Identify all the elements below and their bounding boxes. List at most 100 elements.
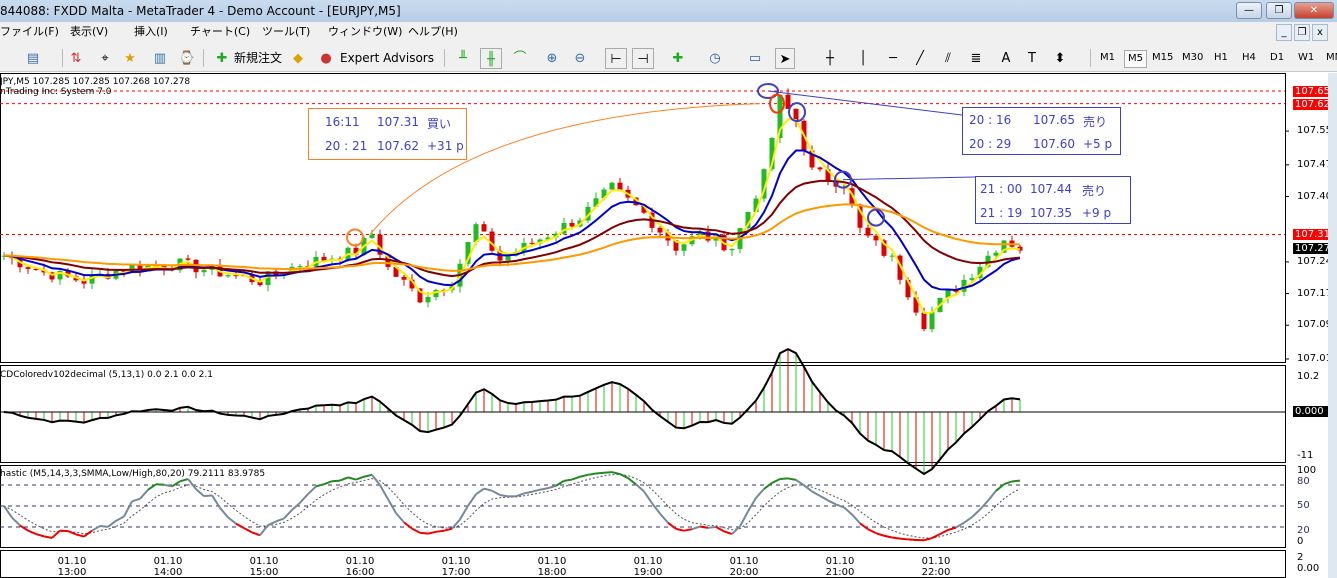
stoch-main-line (763, 482, 773, 490)
time-label: 01.10 21:00 (825, 556, 855, 578)
menu-chart[interactable]: チャート(C) (190, 22, 250, 42)
stoch-tick-100: 100 (1297, 465, 1317, 476)
timeframe-m1[interactable]: M1 (1100, 50, 1115, 66)
trade-info-box-3: 21 : 00 107.44 売り 21 : 19 107.35 +9 p (975, 176, 1131, 224)
stoch-main-line (443, 527, 453, 532)
profiles-icon[interactable]: ▤ (22, 48, 44, 69)
profit-pips: +9 p (1082, 206, 1112, 220)
vertical-line-icon[interactable]: │ (853, 48, 873, 69)
timeframe-mn[interactable]: MN (1326, 50, 1337, 66)
equidistant-channel-icon[interactable]: ⫽ (938, 48, 958, 69)
stoch-main-line (547, 484, 557, 490)
candle-body (225, 275, 231, 277)
timeframe-d1[interactable]: D1 (1270, 50, 1284, 66)
terminal-icon[interactable]: ▥ (150, 48, 170, 69)
crosshair-data-icon[interactable]: ⌖ (95, 48, 115, 69)
periods-clock-icon[interactable]: ◷ (705, 48, 725, 69)
time-label: 01.10 13:00 (57, 556, 87, 578)
exit-time: 20 : 29 (969, 137, 1012, 151)
new-order-icon[interactable]: ✚ (212, 48, 232, 69)
profit-pips: +5 p (1083, 137, 1113, 151)
horizontal-line-icon[interactable]: ─ (883, 48, 903, 69)
fibonacci-icon[interactable]: ≣ (966, 48, 986, 69)
indicators-icon[interactable]: ✚ (668, 48, 688, 69)
menu-window[interactable]: ウィンドウ(W) (328, 22, 402, 42)
stoch-main-line (683, 528, 693, 532)
favorites-icon[interactable]: ★ (120, 48, 140, 69)
timeframe-h1[interactable]: H1 (1214, 50, 1228, 66)
stoch-main-line (707, 525, 717, 529)
entry-side: 売り (1083, 115, 1108, 129)
stoch-main-line (963, 516, 973, 524)
stoch-main-line (723, 530, 733, 535)
stoch-main-line (987, 490, 997, 502)
candle-body (929, 312, 935, 330)
bottom-tick-max: 2 (1297, 552, 1304, 563)
stoch-main-line (699, 525, 709, 529)
mdi-minimize-button[interactable]: _ (1276, 24, 1292, 41)
timeframe-m5[interactable]: M5 (1124, 50, 1147, 68)
stoch-main-line (883, 534, 893, 539)
market-watch-icon[interactable]: ⇅ (66, 48, 86, 69)
new-order-button[interactable]: 新規注文 (234, 48, 282, 69)
text-icon[interactable]: A (996, 48, 1016, 69)
stoch-main-line (651, 502, 661, 515)
text-label-icon[interactable]: T (1022, 48, 1042, 69)
trendline-icon[interactable]: ╱ (910, 48, 930, 69)
auto-scroll-icon[interactable]: ⊢ (605, 48, 627, 69)
stoch-main-line (75, 533, 85, 538)
tester-icon[interactable]: ⌚ (177, 48, 197, 69)
close-button[interactable]: ✕ (1294, 2, 1334, 19)
chart-window[interactable]: JPY,M5 107.285 107.285 107.268 107.278 n… (0, 73, 1337, 578)
menu-view[interactable]: 表示(V) (70, 22, 108, 42)
macd-max-tick: 10.2 (1297, 371, 1320, 382)
stoch-main-line (27, 529, 37, 536)
stoch-main-line (435, 529, 445, 533)
stoch-main-line (251, 531, 261, 537)
autotrading-warning-icon[interactable]: ◆ (288, 48, 308, 69)
zoom-out-icon[interactable]: ⊖ (570, 48, 590, 69)
stoch-main-line (563, 478, 573, 482)
bar-chart-icon[interactable]: ╨ (453, 48, 473, 69)
crosshair-icon[interactable]: ┼ (820, 48, 840, 69)
timeframe-h4[interactable]: H4 (1242, 50, 1256, 66)
timeframe-w1[interactable]: W1 (1298, 50, 1314, 66)
vertical-scrollbar[interactable] (1328, 73, 1337, 578)
maximize-button[interactable]: ❐ (1266, 2, 1292, 19)
candle-body (297, 266, 303, 268)
stoch-main-line (523, 490, 533, 495)
stoch-main-line (323, 480, 333, 486)
candle-body (873, 235, 879, 241)
cursor-icon[interactable]: ➤ (775, 48, 795, 69)
candlestick-icon[interactable]: ╫ (480, 48, 502, 69)
chart-header: JPY,M5 107.285 107.285 107.268 107.278 (0, 77, 191, 87)
stoch-main-line (363, 473, 373, 478)
menu-help[interactable]: ヘルプ(H) (408, 22, 458, 42)
stoch-main-line (35, 533, 45, 538)
line-chart-icon[interactable]: ⌒ (510, 48, 530, 69)
stoch-label: hastic (M5,14,3,3,SMMA,Low/High,80,20) 7… (0, 469, 266, 479)
stoch-main-line (851, 513, 861, 524)
trade-info-box-1: 16:11 107.31 買い 20 : 21 107.62 +31 p (308, 108, 467, 160)
candle-body (617, 182, 623, 190)
stoch-main-line (907, 538, 917, 541)
arrows-icon[interactable]: ⬍ (1050, 48, 1070, 69)
timeframe-m30[interactable]: M30 (1182, 50, 1203, 66)
minimize-button[interactable]: — (1236, 2, 1262, 19)
templates-icon[interactable]: ▭ (745, 48, 765, 69)
menu-insert[interactable]: 挿入(I) (134, 22, 168, 42)
zoom-in-icon[interactable]: ⊕ (542, 48, 562, 69)
stoch-main-line (347, 476, 357, 481)
chart-shift-icon[interactable]: ⊣ (632, 48, 654, 69)
stoch-main-line (771, 478, 781, 484)
expert-advisors-button[interactable]: Expert Advisors (340, 48, 434, 69)
mdi-close-button[interactable]: x (1312, 24, 1328, 41)
menu-file[interactable]: ファイル(F) (0, 22, 59, 42)
timeframe-m15[interactable]: M15 (1152, 50, 1173, 66)
chart-canvas[interactable] (0, 73, 1337, 578)
entry-time: 16:11 (325, 115, 360, 129)
time-label: 01.10 14:00 (153, 556, 183, 578)
stoch-main-line (939, 529, 949, 535)
menu-tools[interactable]: ツール(T) (262, 22, 310, 42)
mdi-restore-button[interactable]: ❐ (1294, 24, 1310, 41)
